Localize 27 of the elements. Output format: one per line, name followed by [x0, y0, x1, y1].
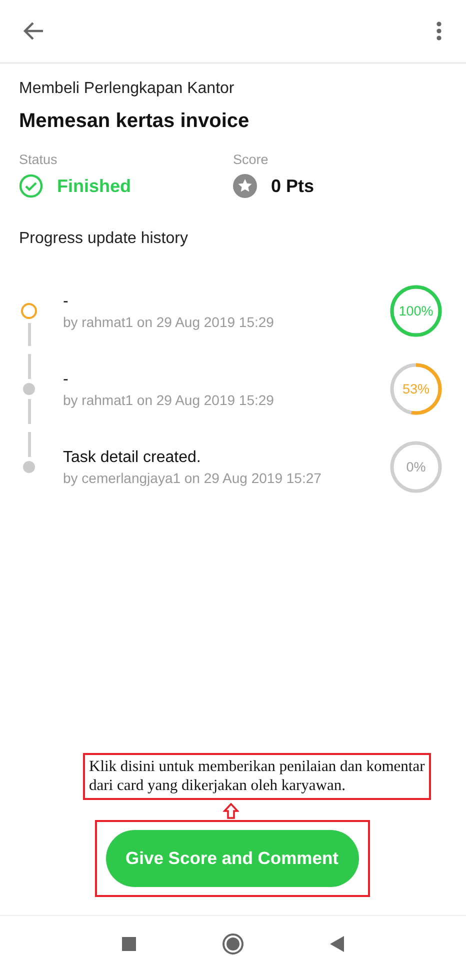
- update-title: -: [63, 292, 68, 310]
- progress-percent: 100%: [398, 304, 434, 318]
- back-nav-icon[interactable]: [330, 936, 344, 952]
- progress-ring: [389, 440, 443, 494]
- update-title: Task detail created.: [63, 448, 201, 466]
- section-heading: Progress update history: [19, 230, 189, 248]
- task-category: Membeli Perlengkapan Kantor: [19, 80, 236, 98]
- home-icon[interactable]: [222, 932, 244, 954]
- progress-percent: 0%: [406, 460, 426, 474]
- update-meta: by rahmat1 on 29 Aug 2019 15:29: [63, 392, 274, 408]
- status-label: Status: [19, 152, 58, 167]
- update-meta: by cemerlangjaya1 on 29 Aug 2019 15:27: [63, 470, 322, 486]
- back-icon[interactable]: [23, 21, 45, 41]
- status-value: Finished: [57, 176, 132, 196]
- update-title: -: [63, 370, 68, 388]
- progress-percent: 53%: [402, 382, 430, 396]
- recents-icon[interactable]: [122, 936, 136, 950]
- update-meta: by rahmat1 on 29 Aug 2019 15:29: [63, 314, 274, 330]
- check-circle-icon: [19, 174, 43, 198]
- progress-ring: [389, 362, 443, 416]
- more-menu-icon[interactable]: [436, 21, 442, 41]
- give-score-button[interactable]: Give Score and Comment: [106, 830, 358, 887]
- task-title: Memesan kertas invoice: [19, 110, 250, 133]
- score-value: 0 Pts: [271, 176, 314, 196]
- annotation-callout: Klik disini untuk memberikan penilaian dan komentar dari card yang dikerjakan oleh karyawan.: [83, 753, 431, 800]
- score-label: Score: [233, 152, 268, 167]
- progress-ring: [389, 284, 443, 338]
